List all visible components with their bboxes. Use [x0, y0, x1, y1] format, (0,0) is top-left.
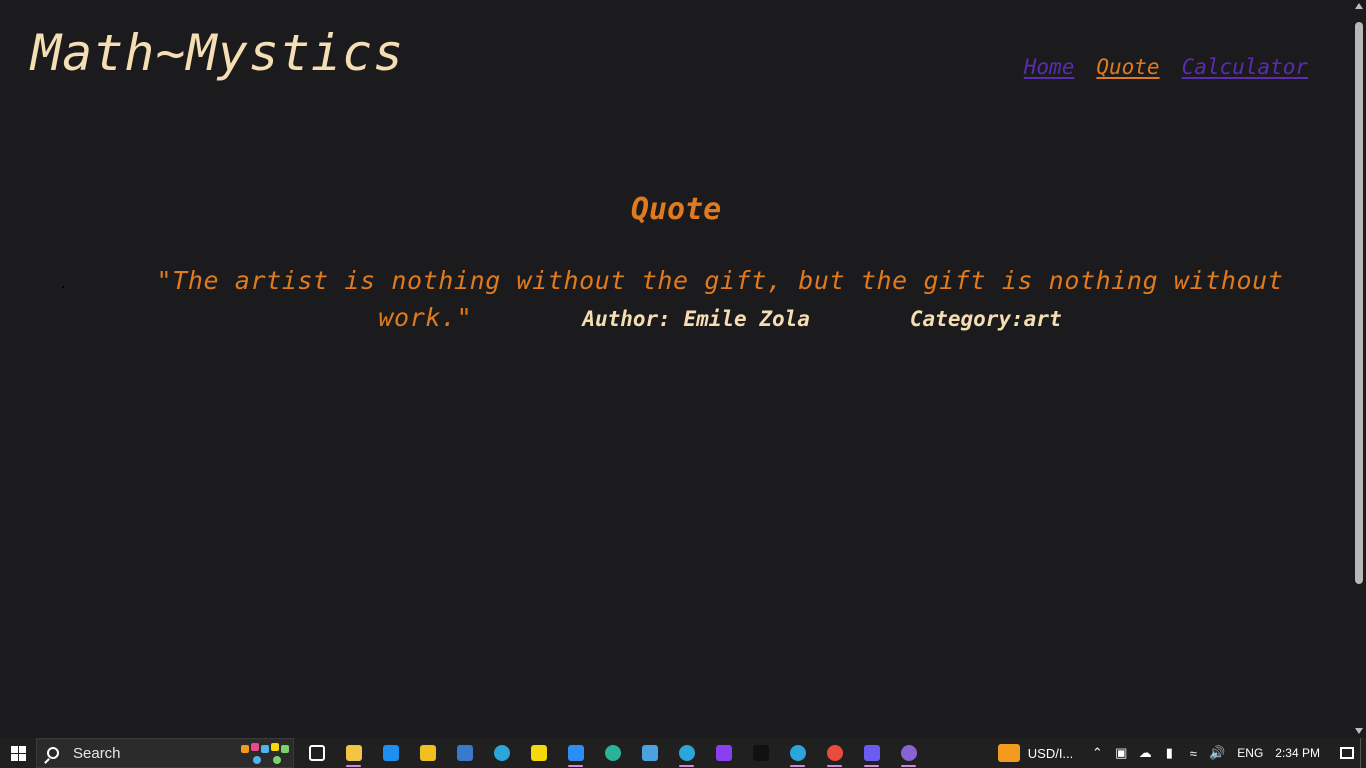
- keyboard-taskbar-button[interactable]: [631, 738, 668, 768]
- task-view-icon: [308, 745, 325, 761]
- nav-link-calculator[interactable]: Calculator: [1182, 55, 1308, 79]
- search-highlight-icon: [239, 741, 291, 767]
- vscode-icon: [567, 745, 584, 761]
- keyboard-icon: [641, 745, 658, 761]
- chevron-up-icon[interactable]: ⌃: [1085, 738, 1109, 768]
- tiktok-icon: [752, 745, 769, 761]
- currency-widget[interactable]: USD/I...: [997, 744, 1074, 762]
- sticky-notes-taskbar-button[interactable]: [520, 738, 557, 768]
- quote-category: Category:art: [909, 307, 1062, 331]
- edge-beta-taskbar-button[interactable]: [779, 738, 816, 768]
- language-indicator[interactable]: ENG: [1237, 746, 1263, 760]
- github-desktop-icon: [900, 745, 917, 761]
- github-desktop-taskbar-button[interactable]: [890, 738, 927, 768]
- file-explorer-icon: [345, 745, 362, 761]
- app-purple-taskbar-button[interactable]: [705, 738, 742, 768]
- scroll-down-arrow-icon[interactable]: [1355, 728, 1363, 734]
- system-tray: USD/I... ⌃ ▣ ☁ ▮ ≈ 🔊 ENG 2:34 PM: [997, 738, 1366, 768]
- quote-author: Author: Emile Zola: [582, 307, 810, 331]
- show-desktop-button[interactable]: [1360, 738, 1366, 768]
- volume-icon[interactable]: 🔊: [1205, 738, 1229, 768]
- edge-beta-icon: [789, 745, 806, 761]
- git-icon: [419, 745, 436, 761]
- vscode-taskbar-button[interactable]: [557, 738, 594, 768]
- start-button[interactable]: [0, 738, 36, 768]
- taskbar: USD/I... ⌃ ▣ ☁ ▮ ≈ 🔊 ENG 2:34 PM: [0, 738, 1366, 768]
- search-icon: [47, 747, 59, 759]
- pinned-apps: [298, 738, 927, 768]
- powershell-taskbar-button[interactable]: [446, 738, 483, 768]
- section-title: Quote: [630, 192, 722, 227]
- quote-block: "The artist is nothing without the gift,…: [140, 264, 1300, 338]
- battery-icon[interactable]: ▮: [1157, 738, 1181, 768]
- wifi-icon[interactable]: ≈: [1181, 738, 1205, 768]
- web-page: Math~Mystics Home Quote Calculator Quote…: [0, 0, 1352, 738]
- vertical-scrollbar[interactable]: [1352, 0, 1366, 738]
- app-multicolor-icon: [863, 745, 880, 761]
- main-nav: Home Quote Calculator: [1024, 55, 1308, 79]
- scroll-up-arrow-icon[interactable]: [1355, 3, 1363, 9]
- currency-widget-icon: [997, 744, 1020, 762]
- chrome-taskbar-button[interactable]: [816, 738, 853, 768]
- app-multicolor-taskbar-button[interactable]: [853, 738, 890, 768]
- tiktok-taskbar-button[interactable]: [742, 738, 779, 768]
- edge-dev-icon: [678, 745, 695, 761]
- task-view-taskbar-button[interactable]: [298, 738, 335, 768]
- edge-taskbar-button[interactable]: [483, 738, 520, 768]
- edge-dev-taskbar-button[interactable]: [668, 738, 705, 768]
- onedrive-icon[interactable]: ☁: [1133, 738, 1157, 768]
- scroll-thumb[interactable]: [1355, 22, 1363, 584]
- chrome-icon: [826, 745, 843, 761]
- sticky-notes-icon: [530, 745, 547, 761]
- clock[interactable]: 2:34 PM: [1275, 746, 1320, 760]
- notification-center-icon[interactable]: [1334, 738, 1360, 768]
- site-logo[interactable]: Math~Mystics: [31, 24, 404, 82]
- search-input[interactable]: [73, 744, 223, 762]
- app-green-taskbar-button[interactable]: [594, 738, 631, 768]
- currency-widget-label: USD/I...: [1027, 745, 1074, 761]
- meet-now-icon[interactable]: ▣: [1109, 738, 1133, 768]
- windows-logo-icon: [10, 745, 26, 761]
- edge-icon: [493, 745, 510, 761]
- app-purple-icon: [715, 745, 732, 761]
- taskbar-search[interactable]: [36, 738, 294, 768]
- git-taskbar-button[interactable]: [409, 738, 446, 768]
- file-explorer-taskbar-button[interactable]: [335, 738, 372, 768]
- nav-link-home[interactable]: Home: [1024, 55, 1075, 79]
- mail-icon: [382, 745, 399, 761]
- powershell-icon: [456, 745, 473, 761]
- mail-taskbar-button[interactable]: [372, 738, 409, 768]
- stray-dot: [62, 286, 64, 288]
- nav-link-quote[interactable]: Quote: [1096, 55, 1159, 79]
- app-green-icon: [604, 745, 621, 761]
